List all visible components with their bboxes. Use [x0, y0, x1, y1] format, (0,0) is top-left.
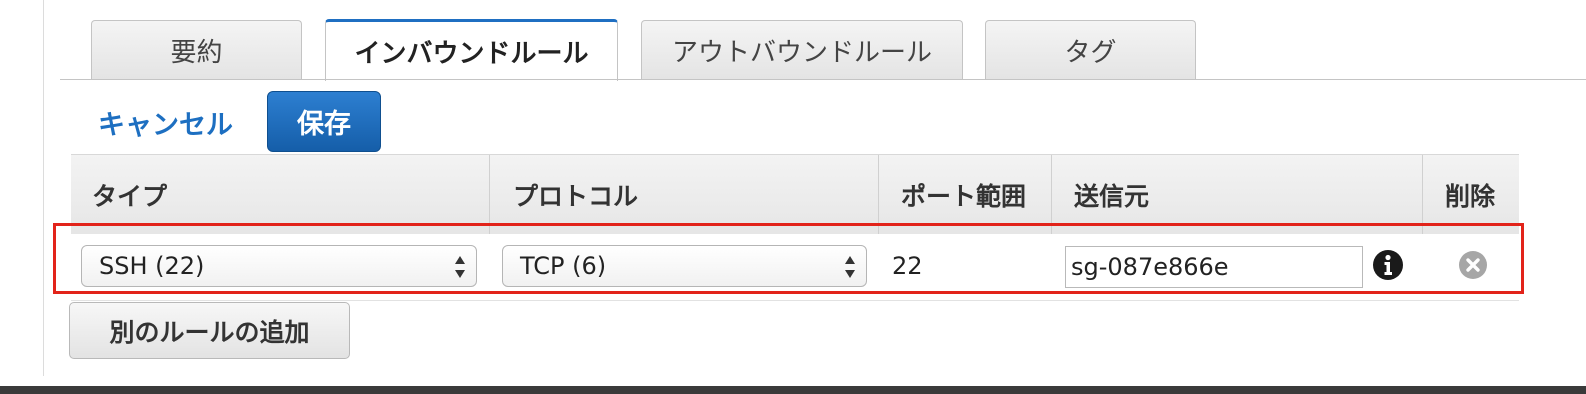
tab-summary[interactable]: 要約: [91, 20, 302, 79]
tabs-baseline: [60, 79, 1586, 80]
left-divider: [43, 0, 44, 376]
save-button-label: 保存: [297, 109, 351, 140]
bottom-divider: [0, 386, 1586, 394]
tab-inbound-rules-label: インバウンドルール: [354, 39, 589, 69]
tab-inbound-rules[interactable]: インバウンドルール: [325, 19, 618, 81]
save-button[interactable]: 保存: [267, 91, 381, 152]
tab-outbound-rules[interactable]: アウトバウンドルール: [641, 20, 963, 79]
tab-tags-label: タグ: [1064, 37, 1117, 68]
tab-outbound-rules-label: アウトバウンドルール: [671, 37, 932, 68]
add-rule-button-label: 別のルールの追加: [109, 317, 310, 347]
add-rule-button[interactable]: 別のルールの追加: [69, 302, 350, 359]
row-highlight-outline: [53, 223, 1524, 294]
cancel-link[interactable]: キャンセル: [98, 100, 233, 144]
tab-tags[interactable]: タグ: [985, 20, 1196, 79]
tab-summary-label: 要約: [170, 37, 223, 68]
